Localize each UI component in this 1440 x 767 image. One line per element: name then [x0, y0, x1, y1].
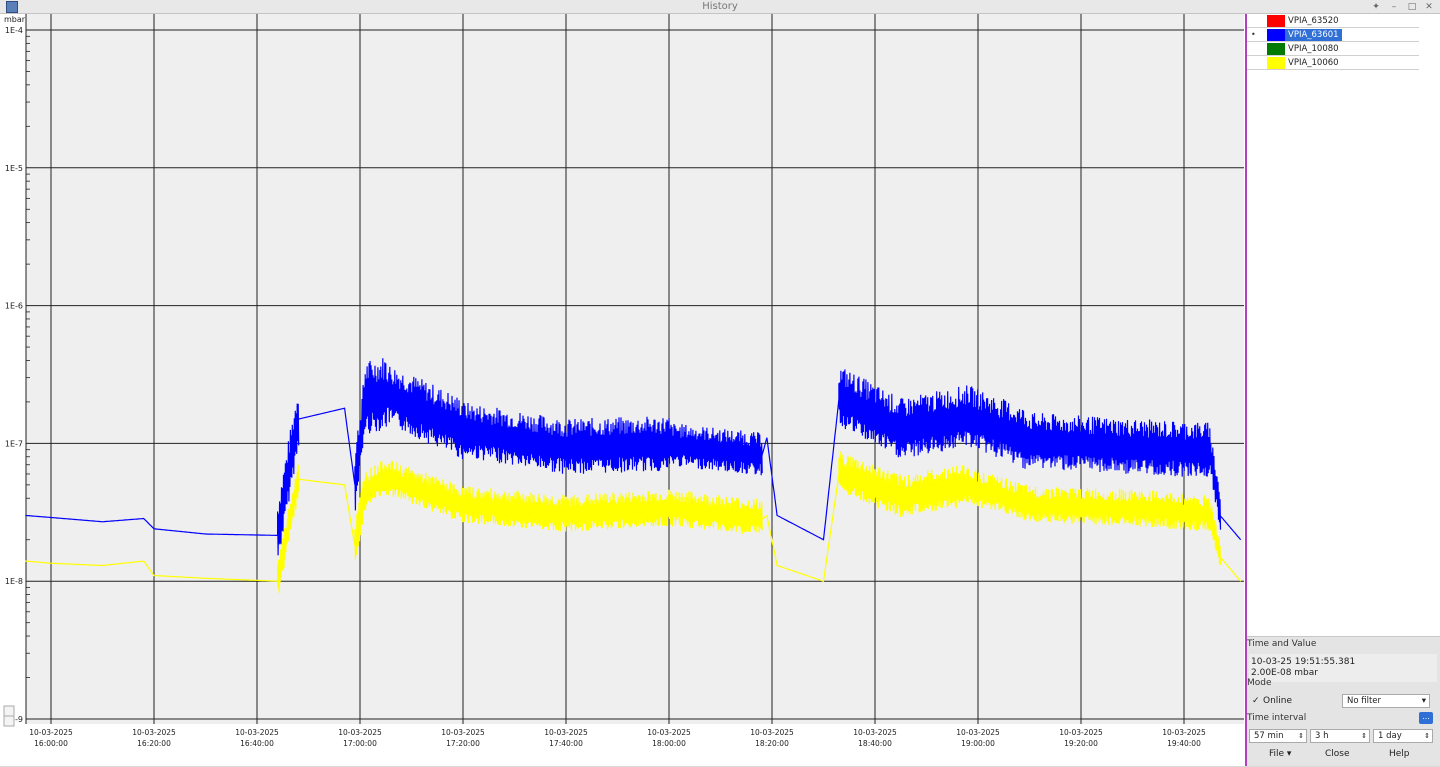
- spin-icon: ⇕: [1424, 732, 1430, 740]
- time-interval-label: Time interval: [1247, 713, 1307, 723]
- side-panel: VPIA_63520 • VPIA_63601 VPIA_10080 VPIA_1006…: [1247, 14, 1440, 766]
- readout-value: 2.00E-08 mbar: [1251, 668, 1318, 678]
- interval-spinbox-3[interactable]: 1 day ⇕: [1373, 729, 1433, 743]
- title-bar: History ✦ – □ ✕: [0, 0, 1440, 14]
- legend-label: VPIA_63520: [1288, 16, 1339, 26]
- mode-label: Mode: [1247, 678, 1272, 688]
- x-tick-date: 10-03-2025: [750, 728, 794, 737]
- legend-item[interactable]: VPIA_10080: [1247, 42, 1419, 56]
- maximize-icon[interactable]: □: [1404, 0, 1420, 14]
- x-tick-date: 10-03-2025: [1059, 728, 1103, 737]
- readout-time: 10-03-25 19:51:55.381: [1251, 657, 1356, 667]
- interval-1-value: 57 min: [1254, 731, 1284, 741]
- y-tick-label: 1E-7: [5, 439, 23, 448]
- x-tick-date: 10-03-2025: [647, 728, 691, 737]
- time-value-label: Time and Value: [1247, 639, 1317, 649]
- time-value-readout: 10-03-25 19:51:55.381 2.00E-08 mbar: [1249, 654, 1437, 682]
- close-button[interactable]: Close: [1325, 749, 1350, 759]
- interval-spinbox-2[interactable]: 3 h ⇕: [1310, 729, 1370, 743]
- scroll-down-icon[interactable]: [3, 715, 15, 727]
- x-tick-time: 17:00:00: [343, 739, 377, 748]
- x-tick-date: 10-03-2025: [956, 728, 1000, 737]
- legend-item[interactable]: VPIA_63520: [1247, 14, 1419, 28]
- plot-background: [26, 14, 1244, 724]
- x-tick-time: 16:20:00: [137, 739, 171, 748]
- x-tick-date: 10-03-2025: [853, 728, 897, 737]
- x-tick-time: 18:20:00: [755, 739, 789, 748]
- keep-above-icon[interactable]: ✦: [1368, 0, 1384, 14]
- y-tick-label: 1E-4: [5, 26, 23, 35]
- x-tick-date: 10-03-2025: [29, 728, 73, 737]
- x-tick-time: 18:40:00: [858, 739, 892, 748]
- x-tick-date: 10-03-2025: [441, 728, 485, 737]
- file-label: File: [1269, 749, 1285, 759]
- y-tick-label: 1E-8: [5, 577, 23, 586]
- legend-swatch: [1267, 57, 1285, 69]
- scroll-up-icon[interactable]: [3, 705, 15, 717]
- online-label: Online: [1263, 696, 1293, 706]
- filter-value: No filter: [1347, 696, 1382, 706]
- x-tick-date: 10-03-2025: [235, 728, 279, 737]
- interval-2-value: 3 h: [1315, 731, 1329, 741]
- x-tick-date: 10-03-2025: [338, 728, 382, 737]
- more-button[interactable]: ...: [1419, 712, 1433, 724]
- help-button[interactable]: Help: [1389, 749, 1410, 759]
- chevron-down-icon: ▾: [1421, 696, 1426, 706]
- x-tick-date: 10-03-2025: [1162, 728, 1206, 737]
- interval-3-value: 1 day: [1378, 731, 1402, 741]
- x-tick-time: 16:00:00: [34, 739, 68, 748]
- x-tick-time: 17:20:00: [446, 739, 480, 748]
- close-icon[interactable]: ✕: [1421, 0, 1437, 14]
- x-tick-time: 17:40:00: [549, 739, 583, 748]
- legend-label: VPIA_10080: [1288, 44, 1339, 54]
- x-tick-time: 19:00:00: [961, 739, 995, 748]
- y-tick-label: 1E-5: [5, 164, 23, 173]
- file-menu-button[interactable]: File ▾: [1269, 749, 1291, 759]
- history-chart[interactable]: 1E-41E-51E-61E-71E-81E-9 10-03-202516:00…: [0, 14, 1246, 766]
- legend-item[interactable]: • VPIA_63601: [1247, 28, 1419, 42]
- x-tick-time: 19:20:00: [1064, 739, 1098, 748]
- current-row-marker: •: [1251, 30, 1256, 39]
- legend-label: VPIA_10060: [1288, 58, 1339, 68]
- interval-spinbox-1[interactable]: 57 min ⇕: [1249, 729, 1307, 743]
- legend-swatch: [1267, 29, 1285, 41]
- y-axis-unit: mbar: [4, 15, 26, 24]
- x-tick-time: 19:40:00: [1167, 739, 1201, 748]
- x-tick-time: 16:40:00: [240, 739, 274, 748]
- y-tick-label: 1E-6: [5, 302, 23, 311]
- filter-select[interactable]: No filter ▾: [1342, 694, 1430, 708]
- online-checkbox[interactable]: ✓: [1252, 696, 1260, 706]
- legend-label: VPIA_63601: [1285, 29, 1342, 41]
- x-tick-time: 18:00:00: [652, 739, 686, 748]
- spin-icon: ⇕: [1298, 732, 1304, 740]
- legend-swatch: [1267, 43, 1285, 55]
- spin-icon: ⇕: [1361, 732, 1367, 740]
- minimize-icon[interactable]: –: [1386, 0, 1402, 14]
- legend-swatch: [1267, 15, 1285, 27]
- legend-item[interactable]: VPIA_10060: [1247, 56, 1419, 70]
- x-tick-date: 10-03-2025: [544, 728, 588, 737]
- x-tick-date: 10-03-2025: [132, 728, 176, 737]
- window-title: History: [702, 1, 738, 12]
